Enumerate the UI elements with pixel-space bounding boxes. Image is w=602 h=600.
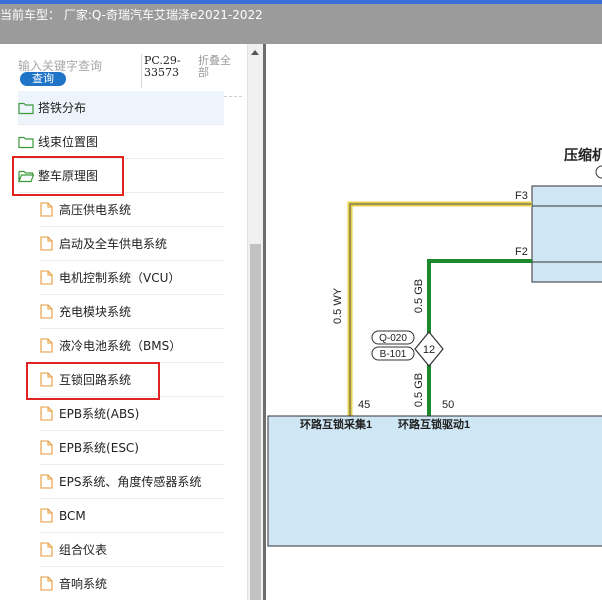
document-icon xyxy=(40,508,53,523)
tree-item-interlock-loop[interactable]: 互锁回路系统 xyxy=(40,363,224,397)
document-icon xyxy=(40,440,53,455)
document-icon xyxy=(40,338,53,353)
tree-item-cluster[interactable]: 组合仪表 xyxy=(40,533,224,567)
tree-item-label: EPB系统(ESC) xyxy=(59,441,139,455)
compressor-component-box xyxy=(531,185,602,283)
wiring-diagram-canvas: 压缩机 F3 F2 0.5 WY 0.5 GB 0.5 GB Q-020 B-1… xyxy=(266,44,602,600)
connector-b-label: B-101 xyxy=(380,349,407,360)
tree-item-label: 启动及全车供电系统 xyxy=(59,237,168,251)
tree-item-hv-supply[interactable]: 高压供电系统 xyxy=(40,193,224,227)
tree-item-eps[interactable]: EPS系统、角度传感器系统 xyxy=(40,465,224,499)
tree-item-label: 线束位置图 xyxy=(38,135,99,149)
tree-item-label: 互锁回路系统 xyxy=(59,373,132,387)
document-icon xyxy=(40,304,53,319)
tree-item-label: BCM xyxy=(59,508,86,523)
top-bar: 当前车型： 厂家:Q-奇瑞汽车艾瑞泽e2021-2022 xyxy=(0,0,602,44)
wire-wy-label: 0.5 WY xyxy=(332,287,344,324)
folder-open-icon xyxy=(18,170,34,182)
tree-item-label: 充电模块系统 xyxy=(59,305,132,319)
document-icon xyxy=(40,236,53,251)
interlock-collect-label: 环路互锁采集1 xyxy=(300,417,372,431)
tree-item-label: EPB系统(ABS) xyxy=(59,407,140,421)
search-area: 查询 PC.29-33573 折叠全部 xyxy=(0,44,247,94)
scroll-up-icon[interactable] xyxy=(251,50,259,55)
document-icon xyxy=(40,406,53,421)
tree-item-label: 液冷电池系统（BMS） xyxy=(59,339,182,353)
folder-icon xyxy=(18,136,34,148)
search-divider xyxy=(141,54,142,88)
folder-icon xyxy=(18,102,34,114)
wiring-diagram-view[interactable]: 压缩机 F3 F2 0.5 WY 0.5 GB 0.5 GB Q-020 B-1… xyxy=(266,44,602,600)
tree-item-label: EPS系统、角度传感器系统 xyxy=(59,475,202,489)
pc-code-label: PC.29-33573 xyxy=(144,54,181,79)
pin-45-label: 45 xyxy=(358,399,370,411)
tree-item-bcm[interactable]: BCM xyxy=(40,499,224,533)
compressor-title: 压缩机 xyxy=(564,147,602,163)
junction-number: 12 xyxy=(423,344,435,356)
tree-item-label: 整车原理图 xyxy=(38,169,99,183)
pin-f2-label: F2 xyxy=(515,246,528,258)
pin-f3-label: F3 xyxy=(515,190,528,202)
document-icon xyxy=(40,474,53,489)
vehicle-type-label: 当前车型： 厂家:Q-奇瑞汽车艾瑞泽e2021-2022 xyxy=(0,8,263,22)
wire-gb-upper-label: 0.5 GB xyxy=(413,279,425,313)
tree-item-harness-location[interactable]: 线束位置图 xyxy=(18,125,224,159)
interlock-drive-label: 环路互锁驱动1 xyxy=(398,417,470,431)
tree-item-charging[interactable]: 充电模块系统 xyxy=(40,295,224,329)
tree-item-epb-esc[interactable]: EPB系统(ESC) xyxy=(40,431,224,465)
tree-item-epb-abs[interactable]: EPB系统(ABS) xyxy=(40,397,224,431)
search-button[interactable]: 查询 xyxy=(20,72,66,86)
connector-q-label: Q-020 xyxy=(379,333,407,344)
scrollbar-thumb[interactable] xyxy=(250,244,261,600)
tree-item-start-supply[interactable]: 启动及全车供电系统 xyxy=(40,227,224,261)
document-icon xyxy=(40,202,53,217)
document-icon xyxy=(40,542,53,557)
tree-scrollbar[interactable] xyxy=(247,44,263,600)
tree-item-vcu[interactable]: 电机控制系统（VCU） xyxy=(40,261,224,295)
tree-item-label: 电机控制系统（VCU） xyxy=(59,271,181,285)
tree-item-label: 高压供电系统 xyxy=(59,203,132,217)
pin-50-label: 50 xyxy=(442,399,454,411)
document-icon xyxy=(40,576,53,591)
tree-item-vehicle-schematic[interactable]: 整车原理图 xyxy=(18,159,224,193)
wire-gb-lower-label: 0.5 GB xyxy=(413,373,425,407)
control-unit-box xyxy=(267,415,602,547)
tree-item-label: 组合仪表 xyxy=(59,543,108,557)
tree-item-ground-distribution[interactable]: 搭铁分布 xyxy=(18,91,224,125)
tree-item-bms[interactable]: 液冷电池系统（BMS） xyxy=(40,329,224,363)
left-navigation-panel: 查询 PC.29-33573 折叠全部 搭铁分布 线束位置图 整车原理图 高压供… xyxy=(0,44,247,600)
tree-item-audio[interactable]: 音响系统 xyxy=(40,567,224,600)
tree-item-label: 音响系统 xyxy=(59,577,108,591)
tree-item-label: 搭铁分布 xyxy=(38,101,87,115)
collapse-all-button[interactable]: 折叠全部 xyxy=(198,55,238,79)
document-icon xyxy=(40,372,53,387)
document-icon xyxy=(40,270,53,285)
